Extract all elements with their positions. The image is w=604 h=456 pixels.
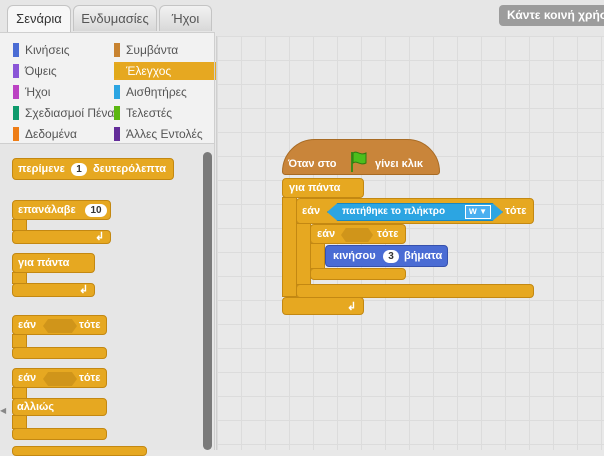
key-dropdown[interactable]: w ▼: [465, 205, 491, 219]
block-label: τότε: [377, 228, 399, 240]
palette-wait-block[interactable]: περίμενε 1 δευτερόλεπτα: [12, 158, 174, 180]
block-label: για πάντα: [289, 182, 341, 194]
category-label: Δεδομένα: [25, 127, 77, 141]
block-label: περίμενε: [18, 163, 65, 175]
category-sensing[interactable]: Αισθητήρες: [114, 83, 218, 101]
category-label: Σχεδιασμοί Πένας: [25, 106, 120, 120]
category-label: Άλλες Εντολές: [126, 127, 203, 141]
category-swatch: [13, 43, 19, 57]
block-label: γίνει κλικ: [375, 158, 424, 170]
number-input[interactable]: 1: [71, 163, 87, 176]
block-label: βήματα: [404, 250, 443, 262]
block-foot: ↲: [12, 230, 111, 244]
block-label: επανάλαβε: [18, 204, 76, 216]
loop-arrow-icon: ↲: [79, 284, 89, 296]
block-label: εάν: [317, 228, 336, 240]
tab-bar: Σενάρια Ενδυμασίες Ήχοι: [0, 0, 215, 33]
category-label: Ήχοι: [25, 85, 51, 99]
block-label: Όταν στο: [288, 158, 337, 170]
loop-arrow-icon: ↲: [347, 301, 357, 313]
category-swatch: [114, 64, 120, 78]
block-arm: [12, 334, 27, 348]
share-button[interactable]: Κάντε κοινή χρήση: [499, 5, 604, 26]
inner-if-arm: [310, 243, 325, 269]
category-data[interactable]: Δεδομένα: [13, 125, 120, 143]
inner-if-foot: [310, 268, 406, 280]
category-looks[interactable]: Όψεις: [13, 62, 120, 80]
palette-scrollbar[interactable]: [203, 152, 212, 450]
category-control[interactable]: Έλεγχος: [114, 62, 218, 80]
palette-repeat-block[interactable]: επανάλαβε 10: [12, 200, 111, 220]
palette-if-else-block[interactable]: εάν τότε: [12, 368, 107, 388]
block-label: τότε: [505, 205, 527, 217]
condition-slot[interactable]: [43, 372, 77, 386]
key-value: w: [469, 206, 477, 217]
tab-scripts[interactable]: Σενάρια: [7, 5, 71, 33]
block-label: τότε: [79, 372, 101, 384]
loop-arrow-icon: ↲: [95, 231, 105, 243]
tab-sounds[interactable]: Ήχοι: [159, 5, 212, 31]
green-flag-icon: [351, 151, 367, 172]
chevron-down-icon: ▼: [479, 207, 487, 216]
scripts-area[interactable]: [216, 36, 604, 450]
block-label: αλλιώς: [17, 401, 55, 413]
category-label: Κινήσεις: [25, 43, 70, 57]
category-label: Έλεγχος: [126, 64, 172, 78]
block-label: εάν: [302, 205, 321, 217]
block-foot: [12, 347, 107, 359]
category-swatch: [13, 127, 19, 141]
tab-costumes[interactable]: Ενδυμασίες: [73, 5, 157, 31]
category-swatch: [114, 85, 120, 99]
condition-slot[interactable]: [341, 228, 373, 242]
category-label: Όψεις: [25, 64, 57, 78]
block-label: για πάντα: [18, 257, 70, 269]
block-label: τότε: [79, 319, 101, 331]
category-sound[interactable]: Ήχοι: [13, 83, 120, 101]
block-label: κινήσου: [333, 250, 376, 262]
block-foot: ↲: [12, 283, 95, 297]
block-label: εάν: [18, 372, 37, 384]
if-key-pressed-block[interactable]: εάν πατήθηκε το πλήκτρο w ▼ τότε: [296, 198, 534, 224]
category-swatch: [13, 85, 19, 99]
forever-block[interactable]: για πάντα: [282, 178, 364, 198]
forever-foot: ↲: [282, 297, 364, 315]
category-label: Συμβάντα: [126, 43, 179, 57]
condition-slot[interactable]: [43, 319, 77, 333]
palette-next-block[interactable]: [12, 446, 147, 456]
number-input[interactable]: 3: [383, 250, 399, 263]
category-operators[interactable]: Τελεστές: [114, 104, 218, 122]
category-label: Τελεστές: [126, 106, 172, 120]
collapse-arrow-icon[interactable]: ◀: [0, 406, 6, 416]
if-foot: [296, 284, 534, 298]
block-arm: [12, 415, 27, 429]
if-arm: [296, 223, 311, 285]
block-else: αλλιώς: [12, 398, 107, 416]
number-input[interactable]: 10: [85, 204, 107, 217]
when-flag-clicked-block[interactable]: Όταν στο γίνει κλικ: [282, 139, 440, 175]
inner-if-block[interactable]: εάν τότε: [310, 224, 406, 244]
block-label: δευτερόλεπτα: [93, 163, 167, 175]
category-pen[interactable]: Σχεδιασμοί Πένας: [13, 104, 120, 122]
category-label: Αισθητήρες: [126, 85, 187, 99]
palette-forever-block[interactable]: για πάντα: [12, 253, 95, 273]
forever-arm: [282, 197, 297, 297]
category-swatch: [114, 127, 120, 141]
block-foot: [12, 428, 107, 440]
category-swatch: [114, 106, 120, 120]
category-motion[interactable]: Κινήσεις: [13, 41, 120, 59]
category-list: Κινήσεις Συμβάντα Όψεις Έλεγχος Ήχοι Αισ…: [0, 32, 218, 144]
category-swatch: [114, 43, 120, 57]
category-more-blocks[interactable]: Άλλες Εντολές: [114, 125, 218, 143]
palette-if-block[interactable]: εάν τότε: [12, 315, 107, 335]
pane-divider: [214, 32, 215, 450]
category-swatch: [13, 64, 19, 78]
move-steps-block[interactable]: κινήσου 3 βήματα: [325, 245, 448, 267]
sensor-label: πατήθηκε το πλήκτρο: [342, 206, 446, 217]
category-events[interactable]: Συμβάντα: [114, 41, 218, 59]
block-label: εάν: [18, 319, 37, 331]
category-swatch: [13, 106, 19, 120]
